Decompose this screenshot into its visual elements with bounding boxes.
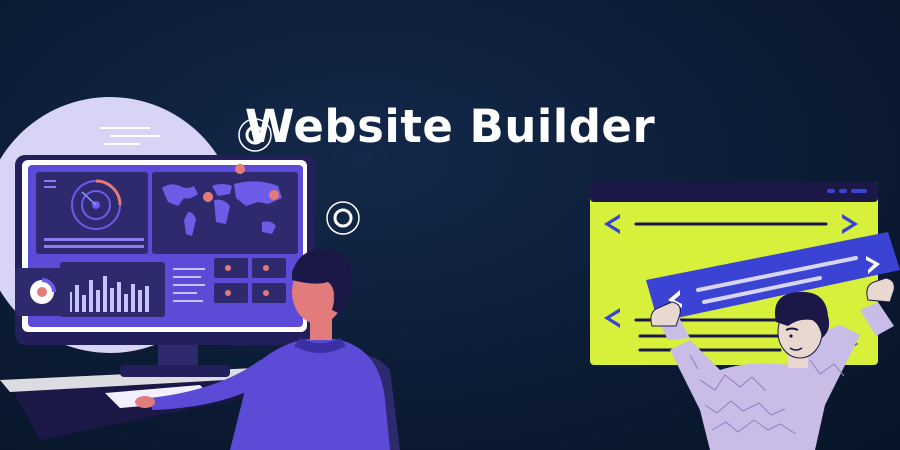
banner: Website Builder [0, 0, 900, 450]
code-window-illustration [590, 182, 900, 450]
window-titlebar [590, 182, 878, 202]
